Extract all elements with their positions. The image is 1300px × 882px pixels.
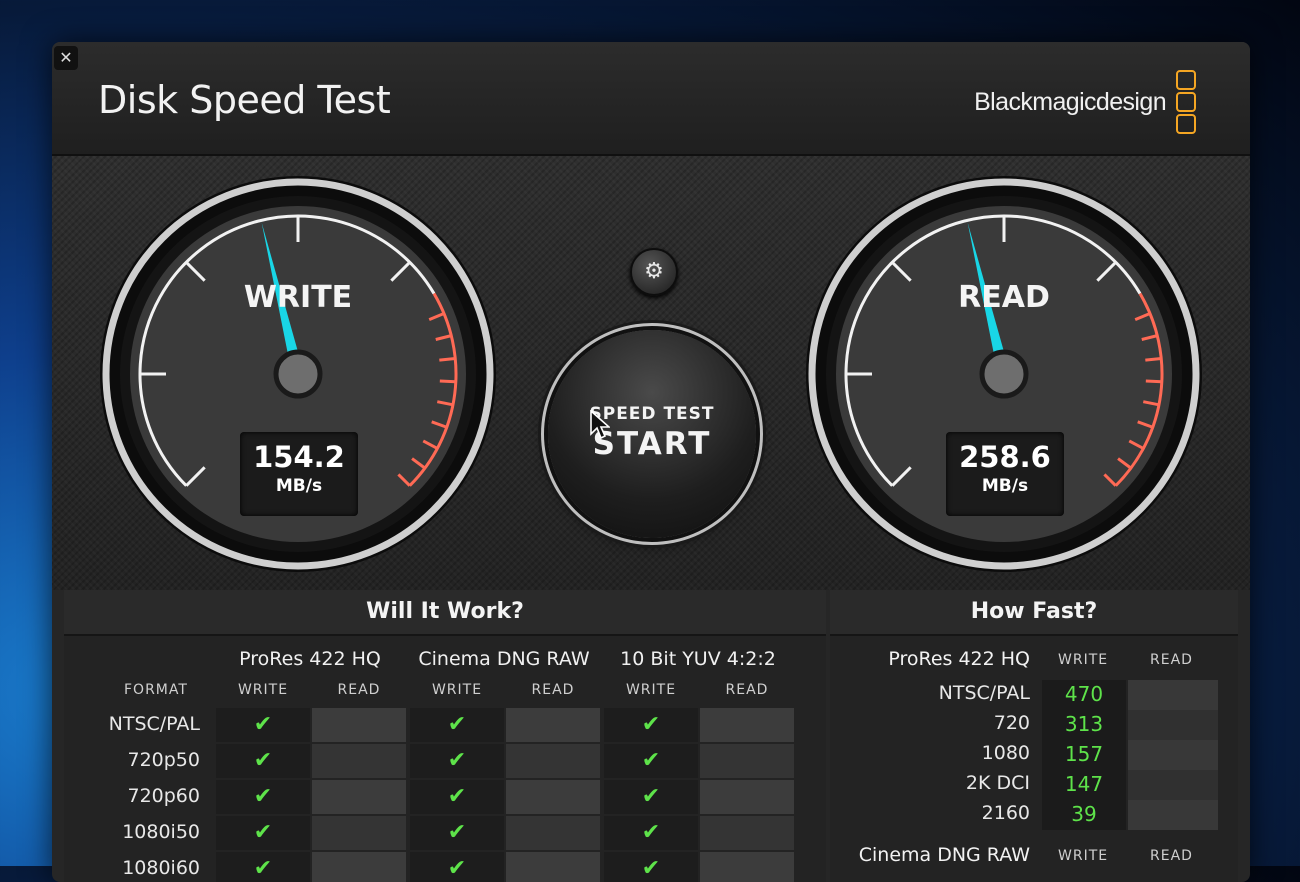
write-subheader: WRITE [625,682,677,698]
how-fast-next-read-header: READ [1150,848,1193,864]
how-fast-format: 2160 [981,802,1030,824]
gauge-red-tick [1145,357,1162,362]
write-check-cell: ✔ [604,780,698,814]
how-fast-format: NTSC/PAL [938,682,1030,704]
how-fast-next-codec: Cinema DNG RAW [858,844,1030,866]
how-fast-write-value: 147 [1064,772,1104,796]
read-gauge-label: READ [958,280,1050,315]
read-cell [312,852,406,882]
write-subheader: WRITE [431,682,483,698]
how-fast-title: How Fast? [830,590,1238,636]
read-cell [506,708,600,742]
will-it-work-panel: Will It Work? FORMAT ProRes 422 HQ WRITE R… [64,590,826,882]
write-check-cell: ✔ [410,780,504,814]
codec-header: 10 Bit YUV 4:2:2 [620,648,776,670]
format-label: 720p50 [127,749,200,771]
how-fast-write-value: 39 [1071,802,1097,826]
write-speed-unit: MB/s [275,476,323,496]
read-subheader: READ [725,682,769,698]
app-title: Disk Speed Test [98,78,391,122]
how-fast-codec: ProRes 422 HQ [888,648,1030,670]
gauge-needle-hub [979,349,1029,399]
how-fast-format: 2K DCI [965,772,1030,794]
format-label: 1080i60 [122,857,200,879]
read-cell [312,816,406,850]
codec-header: ProRes 422 HQ [239,648,381,670]
how-fast-panel: How Fast? ProRes 422 HQ WRITE READ Cinem… [830,590,1238,882]
app-window: Disk Speed Test Blackmagicdesign WRITE 1… [52,42,1250,882]
write-check-cell: ✔ [216,708,310,742]
write-check-cell: ✔ [216,852,310,882]
read-readout: 258.6 MB/s [946,432,1064,516]
start-button-caption: SPEED TEST [589,404,715,424]
read-cell [506,780,600,814]
read-cell [506,744,600,778]
read-cell [700,852,794,882]
title-bar: Disk Speed Test Blackmagicdesign [52,42,1250,156]
close-button[interactable]: ✕ [54,46,78,70]
codec-header: Cinema DNG RAW [418,648,590,670]
read-cell [312,744,406,778]
how-fast-write-value: 157 [1064,742,1104,766]
read-cell [506,852,600,882]
write-gauge-label: WRITE [243,280,353,315]
write-check-cell: ✔ [604,816,698,850]
read-cell [506,816,600,850]
format-label: NTSC/PAL [108,713,200,735]
read-cell [700,780,794,814]
how-fast-read-header: READ [1150,652,1193,668]
gear-icon: ⚙ [644,259,664,284]
write-check-cell: ✔ [410,744,504,778]
read-speed-value: 258.6 [959,440,1051,474]
start-button-label: START [592,426,712,462]
write-check-cell: ✔ [604,852,698,882]
read-cell [700,744,794,778]
write-check-cell: ✔ [410,816,504,850]
how-fast-format: 720 [993,712,1030,734]
read-subheader: READ [531,682,575,698]
write-check-cell: ✔ [216,816,310,850]
write-check-cell: ✔ [216,744,310,778]
gauge-needle-hub [273,349,323,399]
write-check-cell: ✔ [410,852,504,882]
write-gauge: WRITE 154.2 MB/s [96,172,500,576]
gauge-red-tick [439,357,456,362]
format-header: FORMAT [124,682,188,698]
how-fast-write-value: 313 [1064,712,1104,736]
gauge-area: WRITE 154.2 MB/s READ 258.6 MB/s ⚙ SPEED… [52,156,1250,590]
settings-button[interactable]: ⚙ [630,248,678,296]
read-speed-unit: MB/s [981,476,1029,496]
how-fast-next-write-header: WRITE [1058,848,1109,864]
write-check-cell: ✔ [410,708,504,742]
write-check-cell: ✔ [604,744,698,778]
write-check-cell: ✔ [604,708,698,742]
mouse-cursor-icon [590,410,610,440]
gauge-red-tick [1145,379,1162,384]
read-gauge: READ 258.6 MB/s [802,172,1206,576]
write-check-cell: ✔ [216,780,310,814]
format-label: 1080i50 [122,821,200,843]
gauge-red-tick [439,379,456,384]
format-label: 720p60 [127,785,200,807]
read-cell [700,816,794,850]
how-fast-read-column [1128,680,1218,830]
how-fast-write-header: WRITE [1058,652,1109,668]
start-button[interactable]: SPEED TEST START [548,330,756,538]
write-speed-value: 154.2 [253,440,345,474]
how-fast-write-value: 470 [1064,682,1104,706]
will-it-work-title: Will It Work? [64,590,826,636]
read-cell [700,708,794,742]
brand-name: Blackmagicdesign [974,88,1166,116]
how-fast-format: 1080 [981,742,1030,764]
read-subheader: READ [337,682,381,698]
write-readout: 154.2 MB/s [240,432,358,516]
read-cell [312,780,406,814]
read-cell [312,708,406,742]
write-subheader: WRITE [237,682,289,698]
brand-logo-icon [1176,70,1198,136]
